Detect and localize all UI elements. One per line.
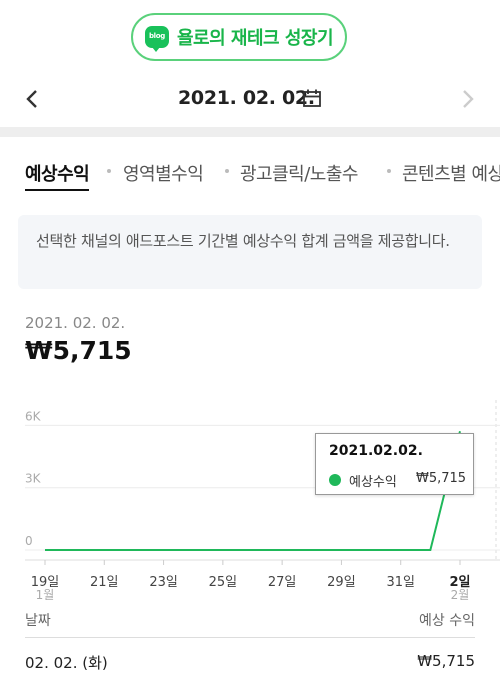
x-tick-label: 23일 <box>149 575 178 590</box>
blog-channel-button[interactable]: blog 욜로의 재테크 성장기 <box>131 13 347 61</box>
series-color-dot <box>329 474 341 486</box>
tab-area-revenue[interactable]: 영역별수익 <box>123 160 204 186</box>
selected-amount: ₩5,715 <box>25 336 132 365</box>
selected-date: 2021. 02. 02. <box>25 314 126 332</box>
current-date[interactable]: 2021. 02. 02. <box>178 87 315 109</box>
x-tick-label: 27일 <box>268 575 297 590</box>
chevron-left-icon <box>26 90 37 108</box>
row-date: 02. 02. (화) <box>25 654 108 672</box>
tab-separator <box>225 169 229 173</box>
tooltip-date: 2021.02.02. <box>329 443 423 459</box>
revenue-line-chart[interactable]: 03K6K19일1월21일 23일 25일 27일 29일 31일 2일2월 <box>0 400 500 605</box>
x-tick-label: 29일 <box>327 575 356 590</box>
table-row: 02. 02. (화) ₩5,715 <box>25 650 475 676</box>
column-header-date: 날짜 <box>25 613 51 629</box>
blog-name: 욜로의 재테크 성장기 <box>176 28 334 49</box>
table-header: 날짜 예상 수익 <box>25 608 475 638</box>
column-header-revenue: 예상 수익 <box>419 613 475 629</box>
y-tick-label: 6K <box>25 409 42 423</box>
chevron-right-icon <box>463 90 474 108</box>
next-date-button[interactable] <box>456 87 480 111</box>
x-tick-label: 21일 <box>90 575 119 590</box>
row-revenue: ₩5,715 <box>417 652 475 670</box>
y-tick-label: 3K <box>25 472 42 486</box>
date-navigation: 2021. 02. 02. <box>0 75 500 123</box>
section-divider <box>0 127 500 137</box>
tooltip-series-label: 예상수익 <box>349 475 397 490</box>
tab-separator <box>387 169 391 173</box>
blog-logo-text: blog <box>148 32 165 40</box>
previous-date-button[interactable] <box>20 87 44 111</box>
chart-tooltip: 2021.02.02. 예상수익 ₩5,715 <box>315 433 474 495</box>
tab-content-revenue[interactable]: 콘텐츠별 예상 <box>402 160 500 186</box>
x-tick-sublabel: 2월 <box>451 588 470 602</box>
x-tick-sublabel: 1월 <box>36 588 55 602</box>
x-tick-label: 31일 <box>386 575 415 590</box>
y-tick-label: 0 <box>25 534 33 548</box>
tab-separator <box>107 169 111 173</box>
blog-logo-icon: blog <box>144 26 169 52</box>
x-tick-label: 25일 <box>209 575 238 590</box>
calendar-icon[interactable] <box>302 88 322 112</box>
tab-expected-revenue[interactable]: 예상수익 <box>25 160 90 191</box>
tab-ad-clicks[interactable]: 광고클릭/노출수 <box>240 160 358 186</box>
tooltip-value: ₩5,715 <box>416 471 467 486</box>
info-description: 선택한 채널의 애드포스트 기간별 예상수익 합계 금액을 제공합니다. <box>18 215 482 289</box>
